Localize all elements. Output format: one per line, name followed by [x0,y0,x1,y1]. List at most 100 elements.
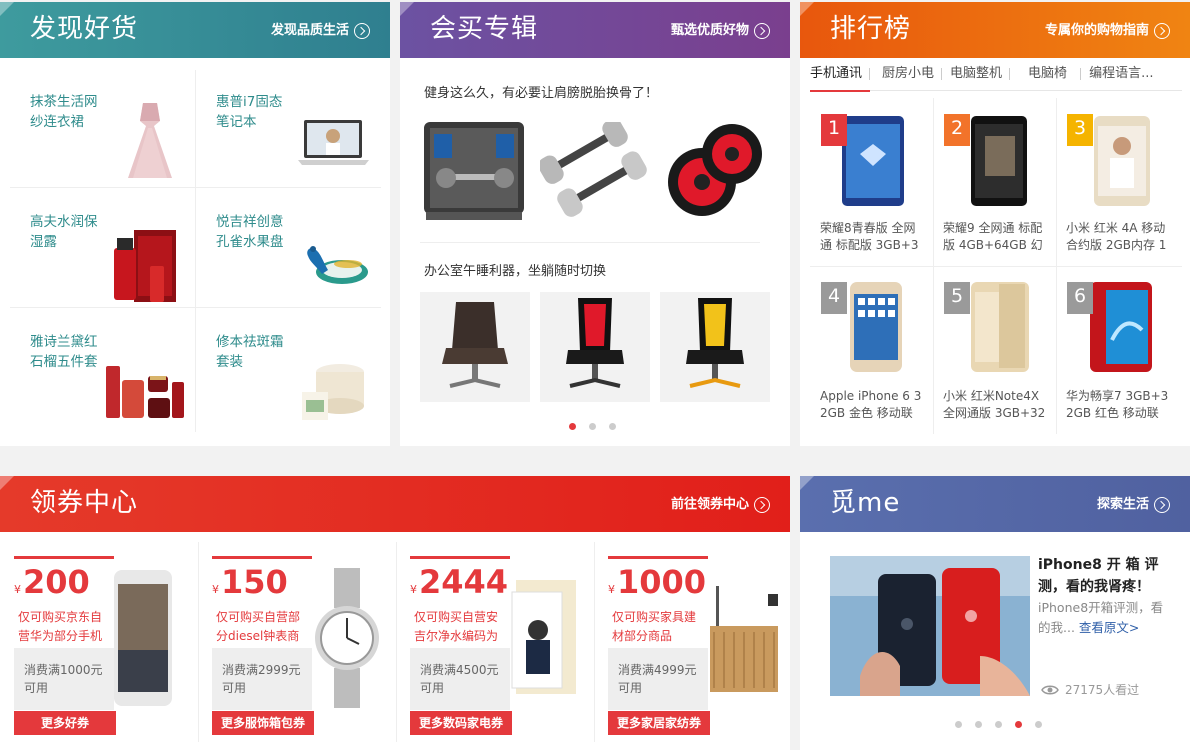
carousel-dot[interactable] [995,721,1002,728]
item-name-line: 全网通版 3GB+32 [943,406,1046,420]
coupon-desc-line: 仅可购买自营部 [216,610,301,624]
coupon-condition: 消费满2999元 [222,663,301,677]
discover-panel: 发现好货 发现品质生活 抹茶生活网 纱连衣裙 惠普i7固态 笔记本 高夫水润保 湿露 [0,2,390,446]
item-line: 套装 [216,354,243,370]
weight-plates-image[interactable] [662,114,772,226]
chevron-right-circle-icon [1154,23,1170,39]
article-summary: iPhone8开箱评测，看 的我... 查看原文> [1038,598,1178,638]
coupon-desc-line: 材部分商品 [612,629,673,643]
cosmetics-set-image [106,366,184,418]
coupon-desc-line: 仅可购买京东自 [18,610,103,624]
currency-symbol: ¥ [212,583,219,596]
cream-jar-image [302,364,364,420]
carousel-dot[interactable] [975,721,982,728]
discover-item[interactable]: 抹茶生活网 纱连衣裙 [10,68,195,188]
item-name-line: Apple iPhone 6 3 [820,389,922,403]
tab-programming[interactable]: 编程语言... [1081,64,1161,91]
topics-more-link[interactable]: 甄选优质好物 [671,22,770,40]
ranking-item[interactable]: 3 小米 红米 4A 移动 合约版 2GB内存 1 [1056,98,1179,266]
coupons-more-link[interactable]: 前往领券中心 [671,496,770,514]
discover-item[interactable]: 雅诗兰黛红 石榴五件套 [10,308,195,428]
carousel-dot[interactable] [955,721,962,728]
more-coupons-button[interactable]: 更多服饰箱包券 [212,711,314,735]
ranking-item[interactable]: 4 Apple iPhone 6 3 2GB 金色 移动联 [810,266,933,434]
findme-more-label: 探索生活 [1096,497,1149,512]
discover-item[interactable]: 高夫水润保 湿露 [10,188,195,308]
gaming-chair-red-image[interactable] [540,292,650,402]
findme-more-link[interactable]: 探索生活 [1097,496,1170,514]
chevron-right-circle-icon [754,497,770,513]
topics-panel: 会买专辑 甄选优质好物 健身这么久，有必要让肩膀脱胎换骨了！ 办公室午睡利器，坐… [400,2,790,446]
ranking-header: 排行榜 专属你的购物指南 [800,2,1190,58]
coupons-more-label: 前往领券中心 [670,497,749,512]
tab-label: 手机通讯 [810,66,863,81]
rank-badge: 2 [944,114,970,146]
tab-label: 编程语言... [1089,66,1154,81]
coupons-header: 领券中心 前往领券中心 [0,476,790,532]
article-title-line: iPhone8 开 箱 评 [1038,557,1159,573]
coupon-card[interactable]: ¥150 仅可购买自营部分diesel钟表商品 消费满2999元可用 更多服饰箱… [212,556,394,735]
chevron-right-circle-icon [754,23,770,39]
laptop-image [298,120,369,165]
carousel-dot[interactable] [569,423,576,430]
rank-badge: 4 [821,282,847,314]
coupon-card[interactable]: ¥200 仅可购买京东自 营华为部分手机 消费满1000元 可用 更多好券 [14,556,196,735]
coupon-condition: 消费满1000元 [24,663,103,677]
coupon-value: 150 [221,563,288,601]
more-coupons-button[interactable]: 更多数码家电券 [410,711,512,735]
coupon-amount: ¥1000 [608,562,706,610]
item-name-line: 通 标配版 3GB+3 [820,238,919,252]
coupons-title: 领券中心 [30,488,139,518]
currency-symbol: ¥ [410,583,417,596]
coupon-card[interactable]: ¥1000 仅可购买家具建 材部分商品 消费满4999元 可用 更多家居家纺券 [608,556,790,735]
ranking-panel: 排行榜 专属你的购物指南 手机通讯 厨房小电 电脑整机 电脑椅 编程语言... … [800,2,1190,446]
divider [420,242,760,243]
discover-more-link[interactable]: 发现品质生活 [271,22,370,40]
more-coupons-button[interactable]: 更多家居家纺券 [608,711,710,735]
discover-item[interactable]: 惠普i7固态 笔记本 [196,68,381,188]
view-count-label: 27175人看过 [1065,683,1140,697]
read-more-link[interactable]: 查看原文> [1079,620,1139,635]
topic-headline[interactable]: 办公室午睡利器，坐躺随时切换 [424,260,606,279]
dumbbells-image[interactable] [540,122,650,222]
item-name-line: 版 4GB+64GB 幻 [943,238,1043,252]
tab-chair[interactable]: 电脑椅 [1010,64,1082,91]
ranking-tabs: 手机通讯 厨房小电 电脑整机 电脑椅 编程语言... [810,64,1182,92]
ranking-item[interactable]: 5 小米 红米Note4X 全网通版 3GB+32 [933,266,1056,434]
tab-computer[interactable]: 电脑整机 [942,64,1011,91]
ranking-item[interactable]: 1 荣耀8青春版 全网通 标配版 3GB+3 [810,98,933,266]
iphone8-article-image[interactable] [830,556,1030,696]
topics-header: 会买专辑 甄选优质好物 [400,2,790,58]
carousel-dot[interactable] [589,423,596,430]
item-line: 湿露 [30,234,57,250]
discover-item[interactable]: 修本祛斑霜 套装 [196,308,381,428]
ranking-item[interactable]: 2 荣耀9 全网通 标配版 4GB+64GB 幻 [933,98,1056,266]
coupon-condition: 消费满4500元 [420,663,499,677]
article-title[interactable]: iPhone8 开 箱 评测，看的我肾疼！ [1038,554,1168,598]
item-name-line: 华为畅享7 3GB+3 [1066,389,1169,403]
coupon-card[interactable]: ¥2444 仅可购买自营安 吉尔净水编码为 消费满4500元 可用 更多数码家电券 [410,556,592,735]
carousel-dot[interactable] [1015,721,1022,728]
carousel-dot[interactable] [1035,721,1042,728]
summary-line: iPhone8开箱评测，看 [1038,600,1164,615]
findme-title: 觅me [830,488,901,518]
rank-badge: 6 [1067,282,1093,314]
ranking-more-link[interactable]: 专属你的购物指南 [1045,22,1170,40]
coupon-value: 200 [23,563,90,601]
discover-more-label: 发现品质生活 [270,23,349,38]
cabinet-image [710,586,778,692]
item-name-line: 荣耀8青春版 全网 [820,221,916,235]
topics-more-label: 甄选优质好物 [670,23,749,38]
carousel-dot[interactable] [609,423,616,430]
coupon-amount: ¥200 [14,562,90,610]
office-chair-image[interactable] [420,292,530,402]
gaming-chair-yellow-image[interactable] [660,292,770,402]
tab-mobile[interactable]: 手机通讯 [810,64,871,92]
ranking-item[interactable]: 6 华为畅享7 3GB+3 2GB 红色 移动联 [1056,266,1179,434]
tab-kitchen[interactable]: 厨房小电 [870,64,943,91]
more-coupons-button[interactable]: 更多好券 [14,711,116,735]
topic-headline[interactable]: 健身这么久，有必要让肩膀脱胎换骨了！ [424,82,658,101]
discover-item[interactable]: 悦吉祥创意 孔雀水果盘 [196,188,381,308]
article-title-line: 测，看的我肾疼！ [1038,579,1150,595]
dumbbell-case-image[interactable] [420,114,530,226]
